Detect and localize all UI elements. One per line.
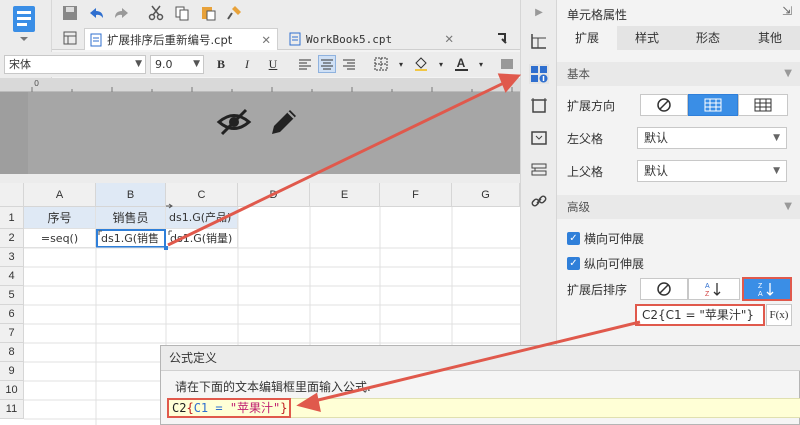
select-value: 默认	[644, 131, 669, 145]
align-left-icon[interactable]	[296, 55, 314, 73]
tab-workbook5[interactable]: WorkBook5.cpt ✕	[284, 28, 460, 50]
tab-menu-icon[interactable]	[492, 28, 512, 48]
dialog-title: 公式定义	[161, 346, 800, 371]
redo-icon[interactable]	[112, 3, 132, 23]
table-properties-icon[interactable]	[529, 31, 549, 51]
close-icon[interactable]: ✕	[261, 33, 271, 47]
link-icon[interactable]	[529, 191, 549, 211]
condition-icon[interactable]	[529, 160, 549, 180]
paste-icon[interactable]	[198, 3, 218, 23]
file-icon	[90, 33, 102, 46]
checkbox-label: 纵向可伸展	[584, 257, 645, 271]
divider	[0, 174, 520, 183]
left-parent-select[interactable]: 默认 ▼	[637, 127, 787, 149]
sort-ascending-icon[interactable]: AZ	[688, 278, 740, 300]
h-expand-checkbox[interactable]: ✓ 横向可伸展	[567, 230, 644, 247]
main-toolbar	[52, 0, 520, 26]
top-parent-label: 上父格	[567, 165, 604, 179]
sort-descending-icon[interactable]: ZA	[742, 277, 792, 301]
page-header-area	[0, 92, 520, 174]
tab-label: WorkBook5.cpt	[306, 32, 393, 46]
select-value: 默认	[644, 164, 669, 178]
italic-button[interactable]: I	[238, 55, 256, 73]
dialog-instruction: 请在下面的文本编辑框里面输入公式.	[175, 380, 371, 394]
tab-form[interactable]: 形态	[678, 26, 738, 50]
chevron-down-icon: ▼	[135, 59, 142, 69]
chevron-down-icon: ▼	[784, 201, 792, 212]
widget-icon[interactable]	[529, 128, 549, 148]
undo-icon[interactable]	[86, 3, 106, 23]
dock-icon[interactable]: ⇲	[782, 4, 792, 18]
panel-title: 单元格属性	[567, 8, 628, 22]
section-label: 高级	[567, 200, 590, 214]
tab-label: 扩展排序后重新编号.cpt	[107, 32, 233, 47]
copy-icon[interactable]	[172, 3, 192, 23]
cell-border-icon[interactable]	[529, 96, 549, 116]
chevron-down-icon: ▼	[773, 166, 780, 176]
chevron-down-icon[interactable]: ▾	[392, 55, 410, 73]
file-tabs: 扩展排序后重新编号.cpt ✕ WorkBook5.cpt ✕	[52, 26, 520, 50]
bold-button[interactable]: B	[212, 55, 230, 73]
tab-other[interactable]: 其他	[740, 26, 800, 50]
svg-text:Z: Z	[705, 291, 710, 297]
expand-horizontal-button[interactable]	[738, 94, 788, 116]
template-icon[interactable]	[9, 4, 39, 41]
panel-tabs: 扩展 样式 形态 其他	[557, 26, 800, 50]
more-icon[interactable]	[498, 55, 516, 73]
checkbox-label: 横向可伸展	[584, 232, 645, 246]
top-parent-select[interactable]: 默认 ▼	[637, 160, 787, 182]
chevron-down-icon[interactable]: ▾	[472, 55, 490, 73]
chevron-down-icon: ▼	[193, 59, 200, 69]
font-value: 宋体	[9, 58, 31, 71]
expand-vertical-button[interactable]	[688, 94, 738, 116]
chevron-down-icon: ▼	[784, 68, 792, 79]
tab-expand[interactable]: 扩展	[557, 26, 617, 50]
svg-text:A: A	[758, 291, 763, 297]
hidden-eye-icon[interactable]	[216, 107, 252, 140]
border-icon[interactable]	[372, 55, 390, 73]
save-icon[interactable]	[60, 3, 80, 23]
format-painter-icon[interactable]	[224, 3, 244, 23]
sort-none-button[interactable]	[640, 278, 688, 300]
font-family-select[interactable]: 宋体 ▼	[4, 55, 146, 74]
checkmark-icon: ✓	[567, 257, 580, 270]
basic-section-header[interactable]: 基本 ▼	[557, 62, 800, 86]
formula-editor-button[interactable]: F(x)	[766, 304, 792, 326]
cut-icon[interactable]	[146, 3, 166, 23]
checkmark-icon: ✓	[567, 232, 580, 245]
svg-text:Z: Z	[758, 283, 763, 290]
chevron-down-icon[interactable]: ▾	[432, 55, 450, 73]
tab-style[interactable]: 样式	[617, 26, 677, 50]
formula-dialog: 公式定义 请在下面的文本编辑框里面输入公式. C2{C1 = "苹果汁"}	[160, 345, 800, 425]
left-parent-label: 左父格	[567, 132, 604, 146]
svg-text:A: A	[705, 283, 710, 290]
highlight-box	[167, 398, 291, 418]
sort-after-expand-label: 扩展后排序	[567, 283, 628, 297]
font-size-select[interactable]: 9.0 ▼	[150, 55, 204, 74]
advanced-section-header[interactable]: 高级 ▼	[557, 195, 800, 219]
tab-cpt-active[interactable]: 扩展排序后重新编号.cpt ✕	[84, 28, 278, 50]
font-color-icon[interactable]: A	[452, 55, 470, 73]
close-icon[interactable]: ✕	[444, 32, 454, 46]
chevron-down-icon: ▼	[773, 133, 780, 143]
file-icon	[289, 32, 301, 46]
size-value: 9.0	[155, 58, 173, 71]
section-label: 基本	[567, 67, 590, 81]
cell-properties-icon[interactable]	[529, 64, 549, 84]
fill-color-icon[interactable]	[412, 55, 430, 73]
collapse-arrow-icon[interactable]: ▶	[529, 2, 549, 22]
grid-icon[interactable]	[60, 28, 80, 48]
underline-button[interactable]: U	[264, 55, 282, 73]
expand-none-button[interactable]	[640, 94, 688, 116]
sort-formula-field[interactable]: C2{C1 = "苹果汁"}	[635, 304, 765, 326]
pencil-icon[interactable]	[268, 106, 300, 141]
align-center-icon[interactable]	[318, 55, 336, 73]
format-toolbar: 宋体 ▼ 9.0 ▼ B I U ▾ ▾ A ▾	[0, 52, 520, 77]
expand-direction-label: 扩展方向	[567, 99, 616, 113]
v-expand-checkbox[interactable]: ✓ 纵向可伸展	[567, 255, 644, 272]
align-right-icon[interactable]	[340, 55, 358, 73]
ruler: 0	[0, 78, 520, 92]
